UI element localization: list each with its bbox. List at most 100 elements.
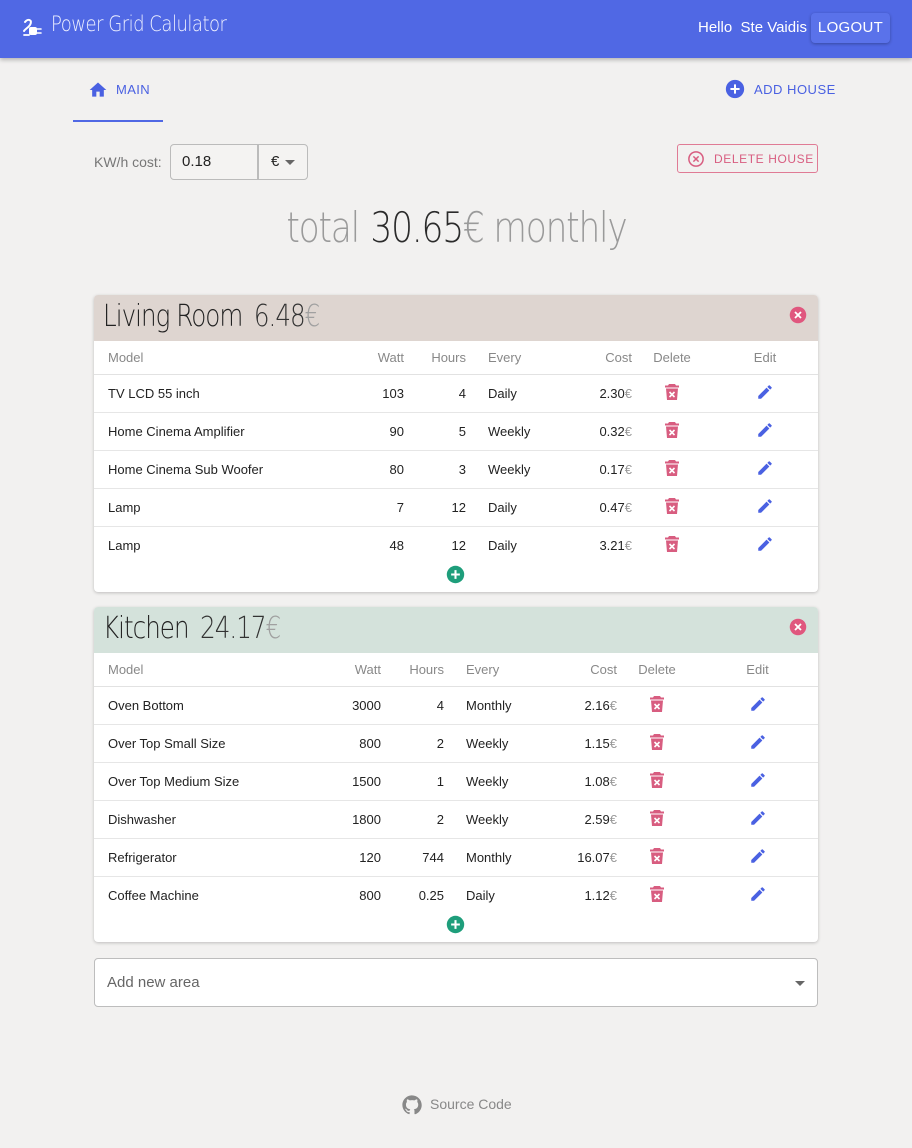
cost-value: 0.32 [599,423,625,439]
add-device-icon[interactable] [446,565,465,589]
delete-device-icon[interactable] [649,847,665,868]
logout-button[interactable]: LOGOUT [811,13,890,43]
table-row: Home Cinema Amplifier 90 5 Weekly 0.32€ [94,412,818,451]
cost-currency: € [609,887,617,903]
kwh-cost-input[interactable]: 0.18 [170,144,258,180]
cell-every: Weekly [456,762,538,801]
cell-every: Daily [478,374,560,413]
cell-watt: 48 [389,537,404,553]
edit-device-icon[interactable] [756,497,774,518]
edit-device-icon[interactable] [749,809,767,830]
cell-watt: 800 [359,887,381,903]
edit-device-icon[interactable] [749,733,767,754]
cell-watt: 90 [354,412,416,451]
area-card: Kitchen 24.17€ Model Watt Hours Every Cost Dele… [94,607,818,942]
cell-model: Dishwasher [94,800,331,839]
cell-watt: 1500 [331,762,393,801]
cell-edit [697,762,818,801]
add-area-select[interactable]: Add new area [94,958,818,1007]
tab-main[interactable]: MAIN [73,58,163,122]
cell-model: Lamp [94,488,354,527]
chevron-down-icon [795,981,805,986]
delete-device-icon[interactable] [649,885,665,906]
delete-device-icon[interactable] [649,695,665,716]
delete-device-icon[interactable] [664,459,680,480]
table-row: Over Top Small Size 800 2 Weekly 1.15€ [94,724,818,763]
cell-delete [617,838,697,877]
cell-model: TV LCD 55 inch [94,374,354,413]
cell-every: Daily [466,887,495,903]
area-title: Kitchen 24.17€ [103,611,282,646]
cell-every: Daily [478,488,560,527]
cell-hours: 12 [451,537,466,553]
table-header-row: Model Watt Hours Every Cost Delete Edit [94,341,818,375]
cell-edit [712,488,818,527]
cell-hours: 12 [416,488,478,527]
delete-device-icon[interactable] [664,535,680,556]
add-circle-icon [725,79,745,99]
cell-delete [632,488,712,527]
cell-watt: 800 [331,724,393,763]
cancel-circle-icon [688,151,704,167]
table-row: Oven Bottom 3000 4 Monthly 2.16€ [94,686,818,725]
currency-value: € [271,153,280,170]
cost-value: 2.30 [599,385,625,401]
delete-device-icon[interactable] [664,421,680,442]
cost-value: 0.47 [599,499,625,515]
area-total: 24.17 [200,611,266,646]
cost-value: 1.08 [584,773,610,789]
cell-edit [712,450,818,489]
kwh-cost-label: KW/h cost: [94,154,162,170]
add-device-row [94,914,818,942]
area-header: Kitchen 24.17€ [94,607,818,653]
edit-device-icon[interactable] [749,695,767,716]
area-currency: € [265,611,282,646]
edit-device-icon[interactable] [756,421,774,442]
add-device-icon[interactable] [446,915,465,939]
cell-every: Monthly [456,838,538,877]
cell-edit [712,526,818,564]
delete-device-icon[interactable] [664,383,680,404]
cell-edit [697,724,818,763]
col-watt: Watt [331,653,393,687]
cell-hours: 2 [393,800,456,839]
edit-device-icon[interactable] [756,535,774,556]
cell-watt: 1800 [331,800,393,839]
cell-edit [697,686,818,725]
home-icon [89,82,107,97]
cell-cost: 1.08€ [538,762,617,801]
col-hours: Hours [393,653,456,687]
cell-model: Lamp [108,537,141,553]
devices-table: Model Watt Hours Every Cost Delete Edit Oven Bo… [94,653,818,914]
delete-device-icon[interactable] [649,809,665,830]
cell-every: Weekly [478,450,560,489]
cell-delete [617,724,697,763]
edit-device-icon[interactable] [749,847,767,868]
cell-hours: 2 [393,724,456,763]
cell-cost: 2.16€ [538,686,617,725]
delete-device-icon[interactable] [649,733,665,754]
currency-select[interactable]: € [258,144,308,180]
edit-device-icon[interactable] [749,885,767,906]
remove-area-icon[interactable] [789,618,807,641]
edit-device-icon[interactable] [756,459,774,480]
cell-model: Home Cinema Sub Woofer [94,450,354,489]
col-cost: Cost [560,341,632,375]
cell-model: Over Top Small Size [94,724,331,763]
delete-house-label: DELETE HOUSE [714,152,814,166]
cell-cost: 16.07€ [538,838,617,877]
cell-every: Weekly [456,800,538,839]
cell-model: Coffee Machine [108,887,199,903]
cell-delete [632,412,712,451]
edit-device-icon[interactable] [756,383,774,404]
cost-value: 1.12 [584,887,610,903]
area-currency: € [304,299,321,334]
delete-device-icon[interactable] [664,497,680,518]
remove-area-icon[interactable] [789,306,807,329]
delete-house-button[interactable]: DELETE HOUSE [677,144,818,173]
chevron-down-icon [285,160,295,165]
cell-delete [617,876,697,914]
area-title: Living Room 6.48€ [103,299,321,334]
delete-device-icon[interactable] [649,771,665,792]
edit-device-icon[interactable] [749,771,767,792]
